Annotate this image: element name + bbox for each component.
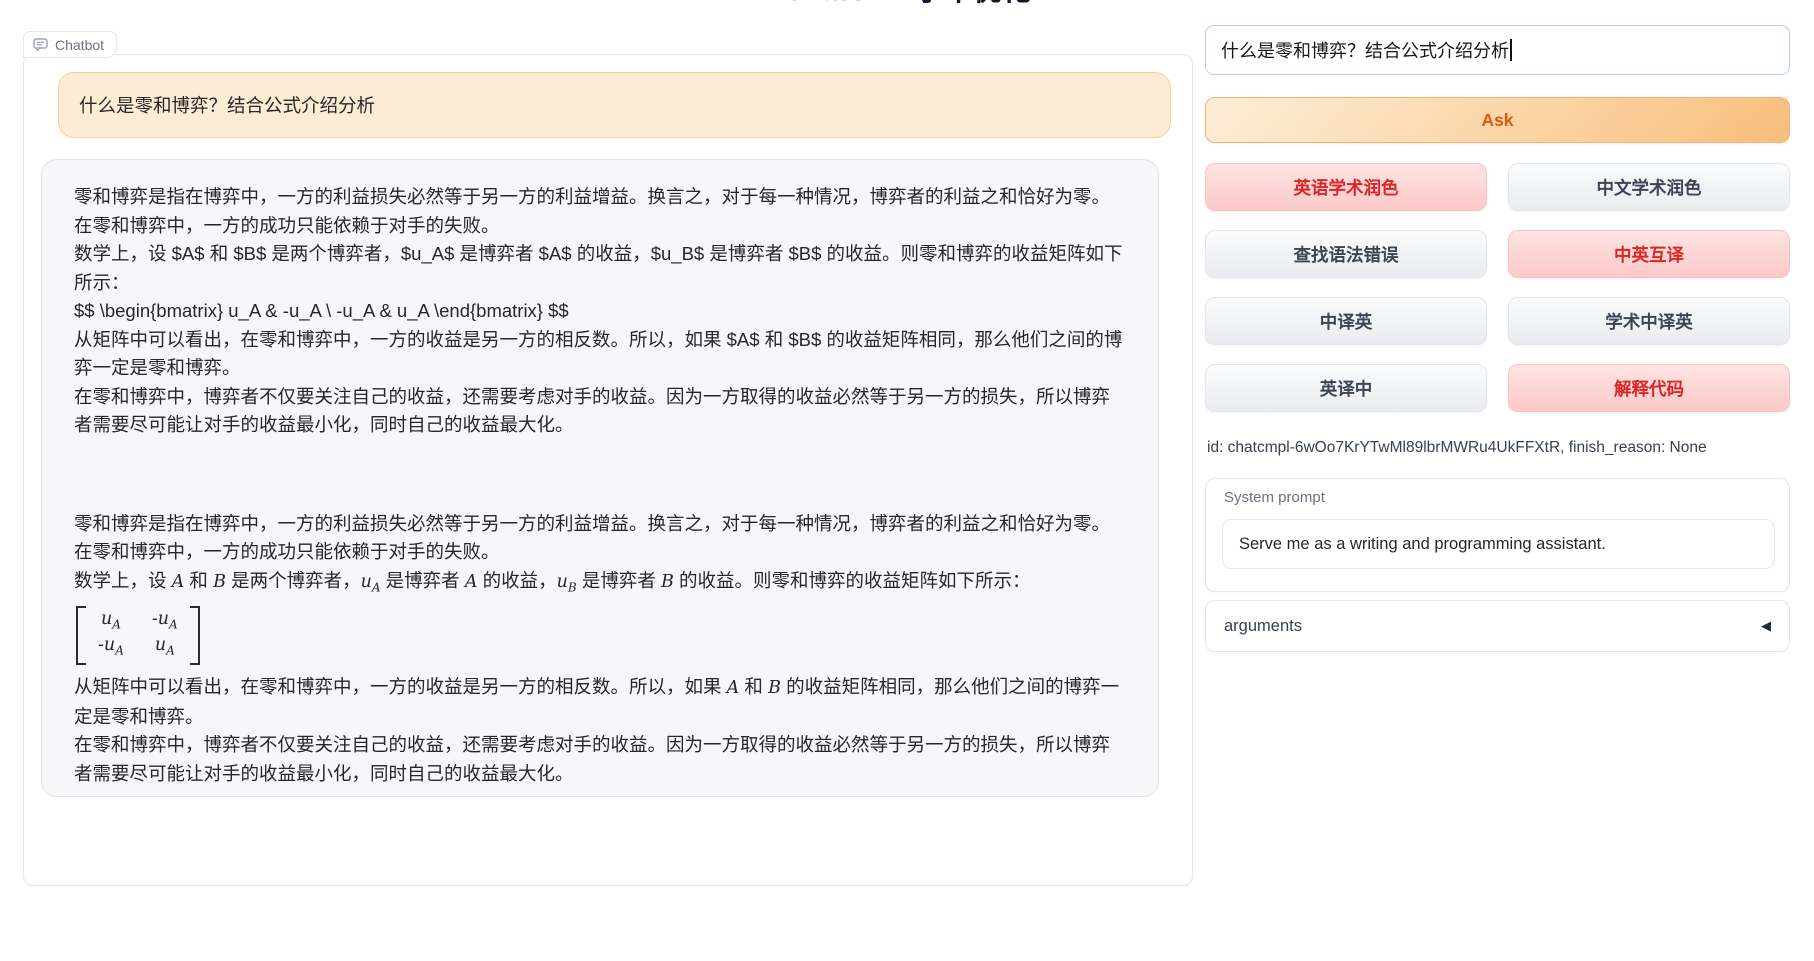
bot-message-raw-paragraph: 零和博弈是指在博弈中，一方的利益损失必然等于另一方的利益增益。换言之，对于每一种… (74, 183, 1126, 440)
bot-text-line: 数学上，设 $A$ 和 $B$ 是两个博弈者，$u_A$ 是博弈者 $A$ 的收… (74, 240, 1126, 297)
arguments-accordion[interactable]: arguments ◀ (1205, 600, 1790, 652)
user-message-text: 什么是零和博弈？结合公式介绍分析 (79, 92, 375, 118)
chatbot-panel: 什么是零和博弈？结合公式介绍分析 零和博弈是指在博弈中，一方的利益损失必然等于另… (23, 54, 1193, 886)
bot-message-rendered-paragraph: 零和博弈是指在博弈中，一方的利益损失必然等于另一方的利益增益。换言之，对于每一种… (74, 510, 1126, 789)
bot-text-line: 从矩阵中可以看出，在零和博弈中，一方的收益是另一方的相反数。所以，如果 $A$ … (74, 326, 1126, 383)
system-prompt-value: Serve me as a writing and programming as… (1239, 535, 1606, 554)
quick-action-button[interactable]: 中文学术润色 (1508, 163, 1790, 211)
system-prompt-panel: System prompt Serve me as a writing and … (1205, 478, 1790, 592)
quick-action-button[interactable]: 查找语法错误 (1205, 230, 1487, 278)
text-cursor (1510, 39, 1512, 61)
bot-text-line: 数学上，设 A 和 B 是两个博弈者，uA 是博弈者 A 的收益，uB 是博弈者… (74, 567, 1126, 602)
page-title: ChatGPT 学术优化 (0, 0, 1814, 11)
ask-button[interactable]: Ask (1205, 97, 1790, 143)
bot-text-line: 零和博弈是指在博弈中，一方的利益损失必然等于另一方的利益增益。换言之，对于每一种… (74, 510, 1126, 567)
quick-action-button[interactable]: 英语学术润色 (1205, 163, 1487, 211)
quick-action-button[interactable]: 中英互译 (1508, 230, 1790, 278)
chatbot-label: Chatbot (23, 31, 117, 58)
bot-text-line: 在零和博弈中，博弈者不仅要关注自己的收益，还需要考虑对手的收益。因为一方取得的收… (74, 731, 1126, 788)
quick-action-button[interactable]: 英译中 (1205, 364, 1487, 412)
quick-action-button[interactable]: 中译英 (1205, 297, 1487, 345)
arguments-accordion-label: arguments (1224, 617, 1302, 636)
quick-action-grid: 英语学术润色中文学术润色查找语法错误中英互译中译英学术中译英英译中解释代码 (1205, 163, 1790, 412)
bot-text-line: 在零和博弈中，博弈者不仅要关注自己的收益，还需要考虑对手的收益。因为一方取得的收… (74, 383, 1126, 440)
status-line: id: chatcmpl-6wOo7KrYTwMl89lbrMWRu4UkFFX… (1207, 439, 1707, 457)
bot-text-line: 零和博弈是指在博弈中，一方的利益损失必然等于另一方的利益增益。换言之，对于每一种… (74, 183, 1126, 240)
question-input-value: 什么是零和博弈？结合公式介绍分析 (1221, 37, 1509, 63)
collapse-arrow-icon: ◀ (1761, 618, 1771, 634)
quick-action-button[interactable]: 解释代码 (1508, 364, 1790, 412)
bot-text-line: $$ \begin{bmatrix} u_A & -u_A \ -u_A & u… (74, 297, 1126, 326)
system-prompt-label: System prompt (1224, 489, 1325, 506)
bot-text-line: 从矩阵中可以看出，在零和博弈中，一方的收益是另一方的相反数。所以，如果 A 和 … (74, 673, 1126, 731)
chatbot-label-text: Chatbot (55, 37, 104, 53)
control-panel: 什么是零和博弈？结合公式介绍分析 Ask 英语学术润色中文学术润色查找语法错误中… (1205, 25, 1790, 725)
quick-action-button[interactable]: 学术中译英 (1508, 297, 1790, 345)
paragraph-gap (74, 440, 1126, 510)
question-input[interactable]: 什么是零和博弈？结合公式介绍分析 (1205, 25, 1790, 75)
user-message-bubble: 什么是零和博弈？结合公式介绍分析 (58, 72, 1171, 138)
system-prompt-input[interactable]: Serve me as a writing and programming as… (1222, 519, 1775, 569)
payoff-matrix: uA-uA-uAuA (76, 606, 200, 665)
chat-bubble-icon (33, 38, 48, 51)
bot-message-bubble: 零和博弈是指在博弈中，一方的利益损失必然等于另一方的利益增益。换言之，对于每一种… (41, 159, 1159, 797)
